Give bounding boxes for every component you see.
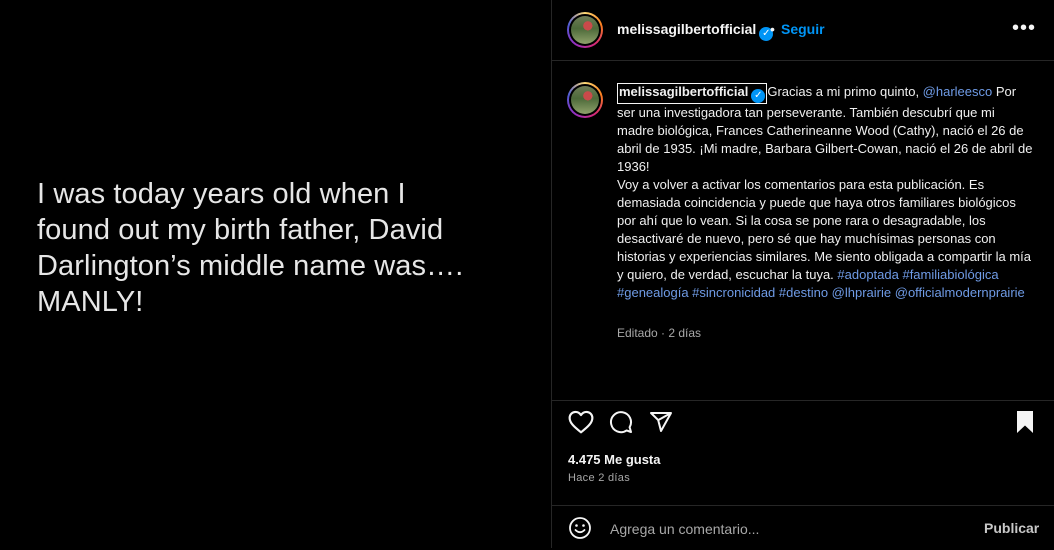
caption-username[interactable]: melissagilbertofficial: [619, 84, 748, 99]
caption-text: melissagilbertofficial ✓ Gracias a mi prim…: [617, 83, 1035, 302]
post-media: I was today years old when I found out m…: [0, 0, 551, 548]
mention-link[interactable]: @lhprairie: [832, 285, 891, 300]
action-bar: 4.475 Me gusta Hace 2 días Publicar: [552, 400, 1054, 549]
avatar[interactable]: [567, 12, 603, 48]
comment-bar: Publicar: [552, 505, 1054, 550]
mention-link[interactable]: @officialmodernprairie: [895, 285, 1025, 300]
caption-meta: Editado · 2 días: [617, 326, 702, 340]
caption-avatar[interactable]: [567, 82, 603, 118]
post-time[interactable]: Hace 2 días: [568, 472, 630, 484]
header-user: melissagilbertofficial ✓: [617, 21, 774, 41]
comment-input[interactable]: [608, 518, 972, 540]
share-icon[interactable]: [649, 410, 673, 434]
comment-icon[interactable]: [609, 410, 633, 434]
follow-button[interactable]: Seguir: [781, 21, 825, 37]
header-separator: •: [770, 21, 775, 37]
mention-link[interactable]: @harleesco: [923, 84, 993, 99]
caption-intro: Gracias a mi primo quinto,: [767, 84, 923, 99]
emoji-icon[interactable]: [568, 516, 592, 540]
post-header: melissagilbertofficial ✓ • Seguir •••: [552, 0, 1054, 61]
verified-icon: ✓: [751, 89, 766, 103]
header-username[interactable]: melissagilbertofficial: [617, 21, 756, 37]
bookmark-icon[interactable]: [1015, 410, 1035, 434]
media-text: I was today years old when I found out m…: [37, 178, 464, 318]
more-icon[interactable]: •••: [1012, 17, 1036, 40]
caption-user[interactable]: melissagilbertofficial ✓: [617, 83, 768, 104]
caption-area: melissagilbertofficial ✓ Gracias a mi prim…: [552, 60, 1054, 400]
post-panel: melissagilbertofficial ✓ • Seguir ••• mel…: [551, 0, 1054, 548]
heart-icon[interactable]: [568, 410, 594, 434]
instagram-post-modal: I was today years old when I found out m…: [0, 0, 1054, 548]
likes-count[interactable]: 4.475 Me gusta: [568, 452, 661, 467]
publish-button[interactable]: Publicar: [984, 520, 1039, 536]
